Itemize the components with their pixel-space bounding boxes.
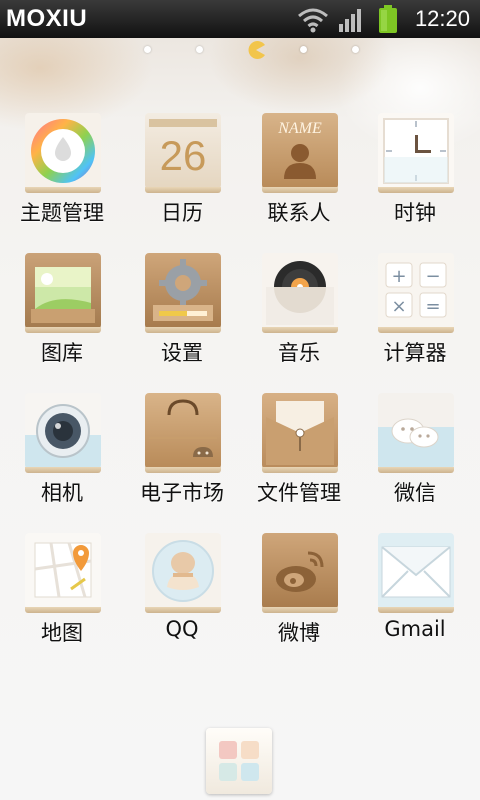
page-dot[interactable] xyxy=(144,46,151,53)
contacts-icon: NAME xyxy=(262,113,338,193)
market-icon xyxy=(145,393,221,473)
app-label: 微信 xyxy=(394,481,436,505)
app-qq[interactable]: QQ xyxy=(123,533,241,663)
map-icon xyxy=(25,533,101,613)
app-label: 微博 xyxy=(278,621,320,645)
app-calendar[interactable]: 26 日历 xyxy=(123,113,241,243)
calc-key: + xyxy=(391,266,406,287)
page-dot[interactable] xyxy=(300,46,307,53)
calc-key: = xyxy=(425,296,440,317)
clock-icon xyxy=(378,113,454,193)
app-gallery[interactable]: 图库 xyxy=(3,253,121,383)
page-indicator[interactable] xyxy=(0,40,480,60)
app-gmail[interactable]: Gmail xyxy=(356,533,474,663)
page-dot[interactable] xyxy=(196,46,203,53)
camera-icon xyxy=(25,393,101,473)
app-weibo[interactable]: 微博 xyxy=(240,533,358,663)
carrier-name: MOXIU xyxy=(6,5,88,32)
app-settings[interactable]: 设置 xyxy=(123,253,241,383)
theme-manager-icon xyxy=(25,113,101,193)
app-label: 文件管理 xyxy=(257,481,341,505)
app-label: 设置 xyxy=(161,341,203,365)
app-map[interactable]: 地图 xyxy=(3,533,121,663)
app-label: 联系人 xyxy=(267,201,331,225)
app-label: 时钟 xyxy=(394,201,436,225)
app-music[interactable]: 音乐 xyxy=(240,253,358,383)
calc-key: × xyxy=(391,296,406,317)
weibo-icon xyxy=(262,533,338,613)
page-dot[interactable] xyxy=(352,46,359,53)
status-bar: MOXIU 12:20 xyxy=(0,0,480,38)
contacts-tag: NAME xyxy=(277,120,322,137)
app-label: 音乐 xyxy=(278,341,320,365)
settings-icon xyxy=(145,253,221,333)
qq-icon xyxy=(145,533,221,613)
calendar-icon: 26 xyxy=(145,113,221,193)
battery-icon xyxy=(376,4,400,38)
app-label: 地图 xyxy=(41,621,83,645)
gmail-icon xyxy=(378,533,454,613)
calculator-icon: + − × = xyxy=(378,253,454,333)
wechat-icon xyxy=(378,393,454,473)
app-theme-manager[interactable]: 主题管理 xyxy=(3,113,121,243)
app-label: 计算器 xyxy=(383,341,447,365)
app-label: 主题管理 xyxy=(20,201,104,225)
app-clock[interactable]: 时钟 xyxy=(356,113,474,243)
app-camera[interactable]: 相机 xyxy=(3,393,121,523)
music-icon xyxy=(262,253,338,333)
status-clock: 12:20 xyxy=(414,6,470,31)
app-market[interactable]: 电子市场 xyxy=(123,393,241,523)
wifi-icon xyxy=(296,4,330,38)
app-label: QQ xyxy=(165,617,199,641)
app-label: 相机 xyxy=(41,481,83,505)
app-file-manager[interactable]: 文件管理 xyxy=(240,393,358,523)
app-drawer-button[interactable] xyxy=(206,728,272,794)
gallery-icon xyxy=(25,253,101,333)
file-manager-icon xyxy=(262,393,338,473)
app-label: 电子市场 xyxy=(140,481,224,505)
current-page-indicator[interactable] xyxy=(246,40,266,63)
calc-key: − xyxy=(425,266,440,287)
app-contacts[interactable]: NAME 联系人 xyxy=(240,113,358,243)
app-label: Gmail xyxy=(384,617,446,641)
signal-icon xyxy=(338,4,366,38)
app-calculator[interactable]: + − × = 计算器 xyxy=(356,253,474,383)
app-label: 图库 xyxy=(41,341,83,365)
app-label: 日历 xyxy=(161,201,203,225)
calendar-date: 26 xyxy=(160,132,207,179)
app-wechat[interactable]: 微信 xyxy=(356,393,474,523)
